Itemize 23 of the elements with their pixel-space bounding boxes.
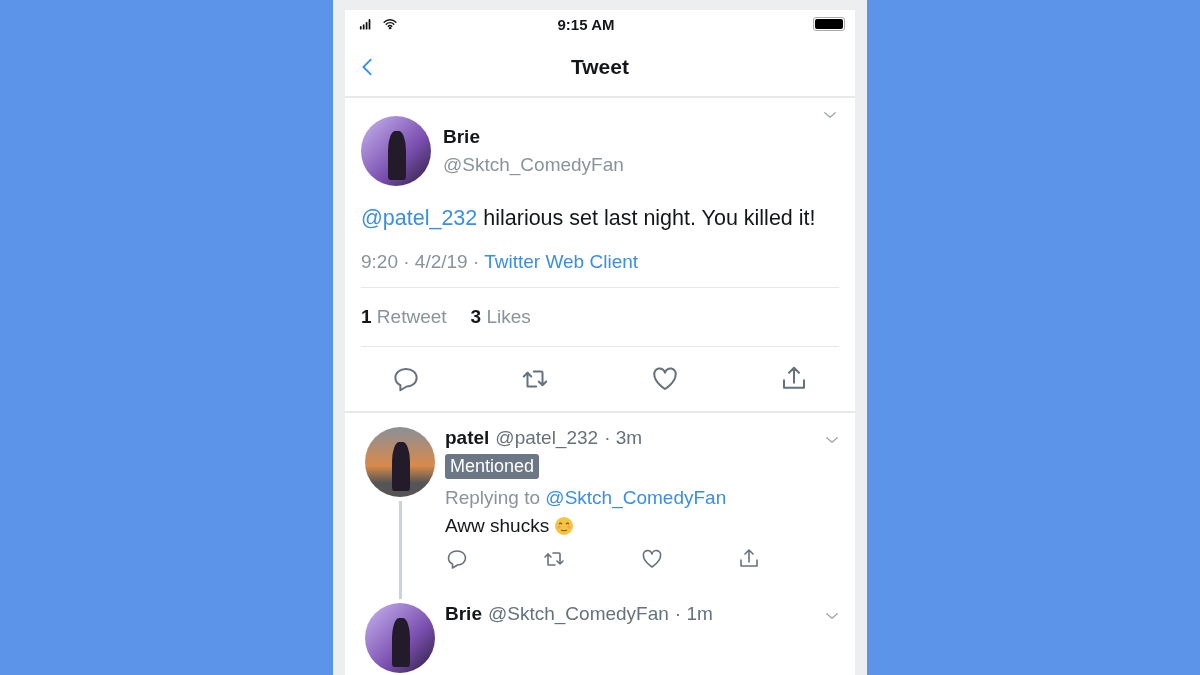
user-name: Brie [443, 126, 481, 148]
page-title: Tweet [570, 55, 630, 79]
stat-count[interactable]: 1 Retweet [361, 306, 447, 328]
user-handle: @patel_232 [495, 427, 599, 449]
user-name: patel [445, 427, 490, 449]
status-time: 9:15 AM [556, 15, 616, 33]
user-name: Brie [445, 603, 482, 625]
replying-label: Replying to [445, 487, 542, 508]
reply-age: · 3m [604, 427, 643, 449]
stat-count[interactable]: 3 Likes [470, 306, 531, 328]
mention-link[interactable]: @patel_232 [361, 206, 478, 230]
source-link[interactable]: Twitter Web Client [484, 251, 639, 272]
user-handle: @Sktch_ComedyFan [443, 154, 625, 176]
tweet-timestamp: 9:20 · 4/2/19 · [361, 251, 481, 272]
reply-icon[interactable] [445, 547, 469, 571]
wifi-icon [381, 17, 399, 31]
mention-link[interactable]: @Sktch_ComedyFan [545, 487, 727, 508]
reply-text: Aww shucks [445, 515, 550, 537]
tweet-text: @patel_232 hilarious set last night. You killed it! [361, 205, 817, 232]
battery-icon [813, 17, 845, 31]
mentioned-badge: Mentioned [445, 454, 540, 479]
user-handle: @Sktch_ComedyFan [487, 603, 669, 625]
reply-age: · 1m [674, 603, 713, 625]
